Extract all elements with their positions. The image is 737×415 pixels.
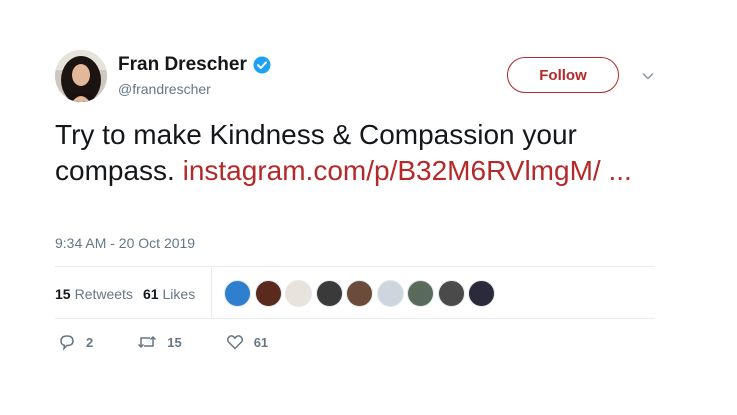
like-action[interactable]: 61 xyxy=(226,333,268,351)
tweet-card: Fran Drescher @frandrescher Follow Try t… xyxy=(0,0,737,415)
verified-badge-icon xyxy=(253,56,271,74)
liker-avatar[interactable] xyxy=(468,280,495,307)
liker-avatar[interactable] xyxy=(376,280,404,307)
likes-label: Likes xyxy=(162,286,196,302)
divider-bottom xyxy=(55,318,655,319)
heart-icon xyxy=(226,335,243,350)
chevron-down-icon[interactable] xyxy=(641,69,655,83)
liker-avatars xyxy=(224,280,499,307)
like-count: 61 xyxy=(253,334,269,350)
stats-row: 15 Retweets 61 Likes xyxy=(55,280,205,308)
stats-separator xyxy=(211,268,212,318)
tweet-text: Try to make Kindness & Compassion your c… xyxy=(55,117,655,189)
likes-stat[interactable]: 61 Likes xyxy=(143,286,195,302)
liker-avatar[interactable] xyxy=(346,280,373,307)
tweet-timestamp[interactable]: 9:34 AM - 20 Oct 2019 xyxy=(55,235,195,251)
liker-avatar[interactable] xyxy=(407,280,434,307)
liker-avatar[interactable] xyxy=(285,280,312,307)
reply-icon xyxy=(60,335,74,351)
retweet-count: 15 xyxy=(167,334,182,350)
author-handle[interactable]: @frandrescher xyxy=(118,81,211,97)
tweet-link[interactable]: instagram.com/p/B32M6RVlmgM/ ... xyxy=(183,155,632,186)
follow-button[interactable]: Follow xyxy=(507,57,619,93)
divider-top xyxy=(55,266,655,267)
retweets-label: Retweets xyxy=(74,286,133,302)
action-bar: 2 15 61 xyxy=(58,333,312,351)
liker-avatar[interactable] xyxy=(315,280,343,307)
retweets-count: 15 xyxy=(55,286,71,302)
avatar[interactable] xyxy=(55,50,107,102)
display-name[interactable]: Fran Drescher xyxy=(118,54,247,76)
reply-count: 2 xyxy=(86,334,94,350)
author-name-row[interactable]: Fran Drescher xyxy=(118,54,271,76)
liker-avatar[interactable] xyxy=(437,280,465,307)
retweet-icon xyxy=(138,335,157,349)
retweets-stat[interactable]: 15 Retweets xyxy=(55,286,133,302)
likes-count: 61 xyxy=(142,286,159,302)
avatar-image xyxy=(55,50,107,102)
liker-avatar[interactable] xyxy=(254,280,282,307)
reply-action[interactable]: 2 xyxy=(58,333,93,351)
retweet-action[interactable]: 15 xyxy=(137,333,182,351)
liker-avatar[interactable] xyxy=(224,280,251,307)
